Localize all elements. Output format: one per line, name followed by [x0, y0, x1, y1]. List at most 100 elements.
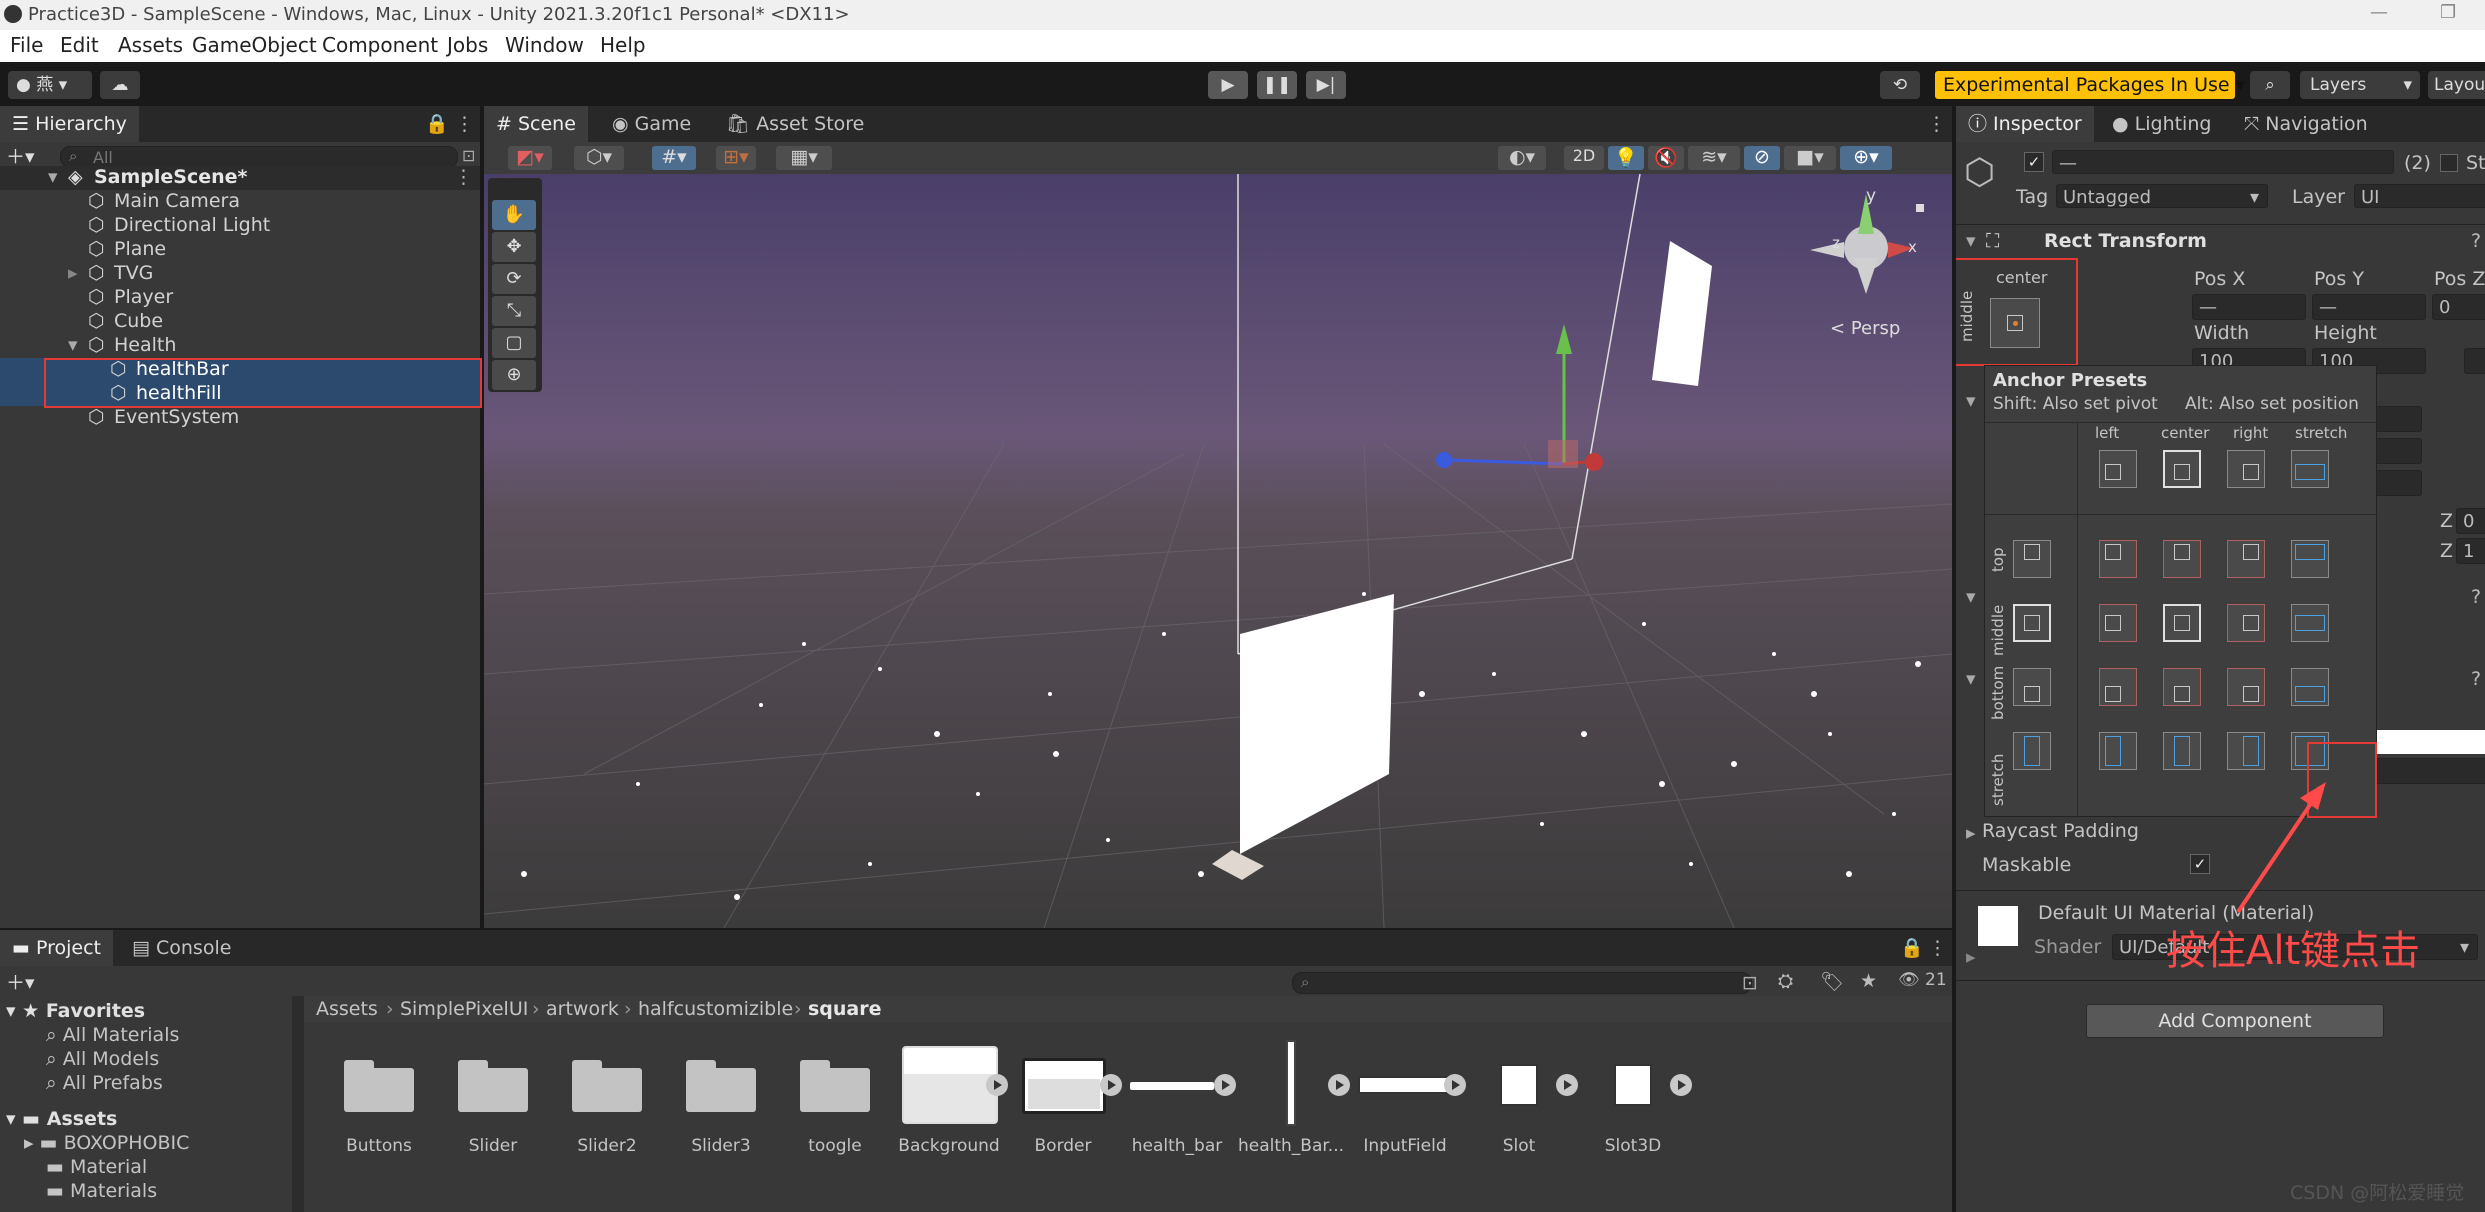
hierarchy-item[interactable]: ▾ ⬡ Health — [0, 334, 480, 358]
scene-row[interactable]: ▾ ◈ SampleScene* ⋮ — [0, 166, 480, 190]
sprite-thumbnail[interactable] — [1286, 1040, 1296, 1126]
move-tool-icon[interactable]: ✥ — [492, 232, 536, 262]
anchor-cell[interactable] — [2093, 534, 2143, 584]
anchor-cell-stretch-v[interactable] — [2007, 726, 2057, 776]
cloud-icon[interactable]: ☁ — [100, 71, 140, 99]
foldout-arrow-icon[interactable]: ▸ — [1966, 946, 1976, 968]
anchor-cell[interactable] — [2157, 534, 2207, 584]
kebab-menu-icon[interactable]: ⋮ — [455, 106, 474, 142]
toggle-2d-button[interactable]: 2D — [1564, 146, 1604, 170]
anchor-cell[interactable] — [2157, 662, 2207, 712]
tab-inspector[interactable]: ⓘ Inspector — [1956, 106, 2094, 142]
tab-scene[interactable]: # Scene — [484, 106, 588, 142]
anchor-cell-stretch-h[interactable] — [2285, 444, 2335, 494]
tab-console[interactable]: ▤ Console — [132, 930, 231, 966]
anchor-cell[interactable] — [2157, 598, 2207, 648]
tab-hierarchy[interactable]: ☰ Hierarchy — [0, 106, 139, 142]
sprite-thumbnail[interactable] — [1614, 1064, 1652, 1106]
anchor-cell-right[interactable] — [2221, 444, 2271, 494]
create-asset-button[interactable]: ＋▾ — [6, 968, 35, 995]
grid-icon[interactable]: ▦▾ — [776, 146, 832, 170]
anchor-cell[interactable] — [2093, 726, 2143, 776]
rect-tool-icon[interactable]: ▢ — [492, 328, 536, 358]
folder-icon[interactable] — [458, 1058, 528, 1112]
sprite-thumbnail[interactable] — [902, 1046, 998, 1124]
add-component-button[interactable]: Add Component — [2086, 1004, 2384, 1038]
anchor-cell[interactable] — [2221, 726, 2271, 776]
project-search-input[interactable]: ⌕ — [1292, 972, 1752, 994]
favorite-star-icon[interactable]: ★ — [1860, 970, 1877, 992]
maximize-icon[interactable]: ❐ — [2440, 2, 2456, 23]
folder-icon[interactable] — [800, 1058, 870, 1112]
scene-viewport[interactable]: y z x < Persp — [484, 174, 1952, 928]
layer-dropdown[interactable]: UI — [2354, 184, 2485, 208]
hierarchy-item[interactable]: ⬡ Player — [0, 286, 480, 310]
hierarchy-item[interactable]: ▸ ⬡ TVG — [0, 262, 480, 286]
snap-increment-icon[interactable]: ⊞▾ — [716, 146, 756, 170]
anchor-cell-left[interactable] — [2093, 444, 2143, 494]
sprite-thumbnail[interactable] — [1130, 1082, 1214, 1090]
anchor-cell-middle[interactable] — [2007, 598, 2057, 648]
active-checkbox[interactable]: ✓ — [2024, 152, 2044, 172]
expand-sprite-icon[interactable] — [1444, 1074, 1466, 1096]
favorite-item[interactable]: ⌕ All Models — [46, 1048, 159, 1070]
kebab-menu-icon[interactable]: ⋮ — [1928, 930, 1947, 966]
search-icon[interactable]: ⌕ — [2250, 71, 2290, 99]
scene-menu-icon[interactable]: ⋮ — [454, 166, 473, 188]
play-button[interactable]: ▶ — [1208, 71, 1248, 99]
grid-snap-icon[interactable]: #▾ — [652, 146, 696, 170]
minimize-icon[interactable]: — — [2370, 2, 2388, 23]
breadcrumb-item[interactable]: halfcustomizible — [638, 998, 793, 1020]
asset-folder-item[interactable]: ▬ Material — [46, 1156, 147, 1178]
menu-help[interactable]: Help — [600, 33, 646, 57]
audio-icon[interactable]: 🔇 — [1648, 146, 1684, 170]
pos-x-input[interactable]: — — [2192, 294, 2306, 320]
projection-toggle[interactable]: < Persp — [1830, 318, 1900, 339]
tree-scrollbar[interactable] — [292, 996, 304, 1212]
anchor-cell[interactable] — [2285, 598, 2335, 648]
menu-component[interactable]: Component — [322, 33, 438, 57]
hierarchy-search-input[interactable]: ⌕ All — [60, 146, 458, 168]
static-checkbox[interactable] — [2440, 154, 2458, 172]
maskable-checkbox[interactable]: ✓ — [2190, 854, 2210, 874]
camera-icon[interactable]: ■▾ — [1784, 146, 1836, 170]
lock-icon[interactable]: 🔒 — [1900, 930, 1924, 966]
help-icon[interactable]: ? — [2471, 668, 2481, 690]
lock-icon[interactable]: 🔒 — [425, 106, 449, 142]
hierarchy-item[interactable]: ⬡ Main Camera — [0, 190, 480, 214]
layout-dropdown[interactable]: Layou — [2428, 71, 2485, 99]
hierarchy-item[interactable]: ⬡ Plane — [0, 238, 480, 262]
pos-y-input[interactable]: — — [2312, 294, 2426, 320]
transform-tool-icon[interactable]: ⊕ — [492, 360, 536, 390]
step-button[interactable]: ▶| — [1306, 71, 1346, 99]
menu-gameobject[interactable]: GameObject — [192, 33, 317, 57]
menu-jobs[interactable]: Jobs — [447, 33, 488, 57]
experimental-packages-button[interactable]: Experimental Packages In Use ▾ — [1935, 71, 2245, 99]
pos-z-input[interactable]: 0 — [2432, 294, 2485, 320]
menu-edit[interactable]: Edit — [60, 33, 99, 57]
foldout-arrow-icon[interactable]: ▾ — [1966, 668, 1976, 690]
hand-tool-icon[interactable]: ✋ — [492, 200, 536, 230]
object-name-input[interactable]: — — [2052, 150, 2394, 174]
breadcrumb-item[interactable]: SimplePixelUI — [400, 998, 528, 1020]
folder-icon[interactable] — [572, 1058, 642, 1112]
favorite-item[interactable]: ⌕ All Prefabs — [46, 1072, 163, 1094]
anchor-cell[interactable] — [2157, 726, 2207, 776]
hidden-packages-toggle[interactable]: 👁 21 — [1898, 970, 1947, 990]
blueprint-button[interactable] — [2464, 348, 2485, 374]
search-filter-icon[interactable]: ⊡ — [462, 146, 475, 165]
scale-tool-icon[interactable]: ⤡ — [492, 296, 536, 326]
menu-file[interactable]: File — [10, 33, 43, 57]
overlay-icon[interactable]: ◐▾ — [1498, 146, 1546, 170]
rotation-z-input[interactable]: 0 — [2456, 508, 2485, 534]
foldout-arrow-icon[interactable]: ▸ — [1966, 822, 1976, 844]
anchor-cell-center[interactable] — [2157, 444, 2207, 494]
expand-sprite-icon[interactable] — [1214, 1074, 1236, 1096]
filter-type-icon[interactable]: ⛭ — [1778, 970, 1793, 992]
draw-mode-icon[interactable]: ◩▾ — [508, 146, 552, 170]
menu-assets[interactable]: Assets — [118, 33, 183, 57]
anchor-cell-top[interactable] — [2007, 534, 2057, 584]
account-dropdown[interactable]: ● 燕 ▾ — [8, 71, 92, 99]
folder-icon[interactable] — [344, 1058, 414, 1112]
shading-icon[interactable]: ⬡▾ — [574, 146, 624, 170]
